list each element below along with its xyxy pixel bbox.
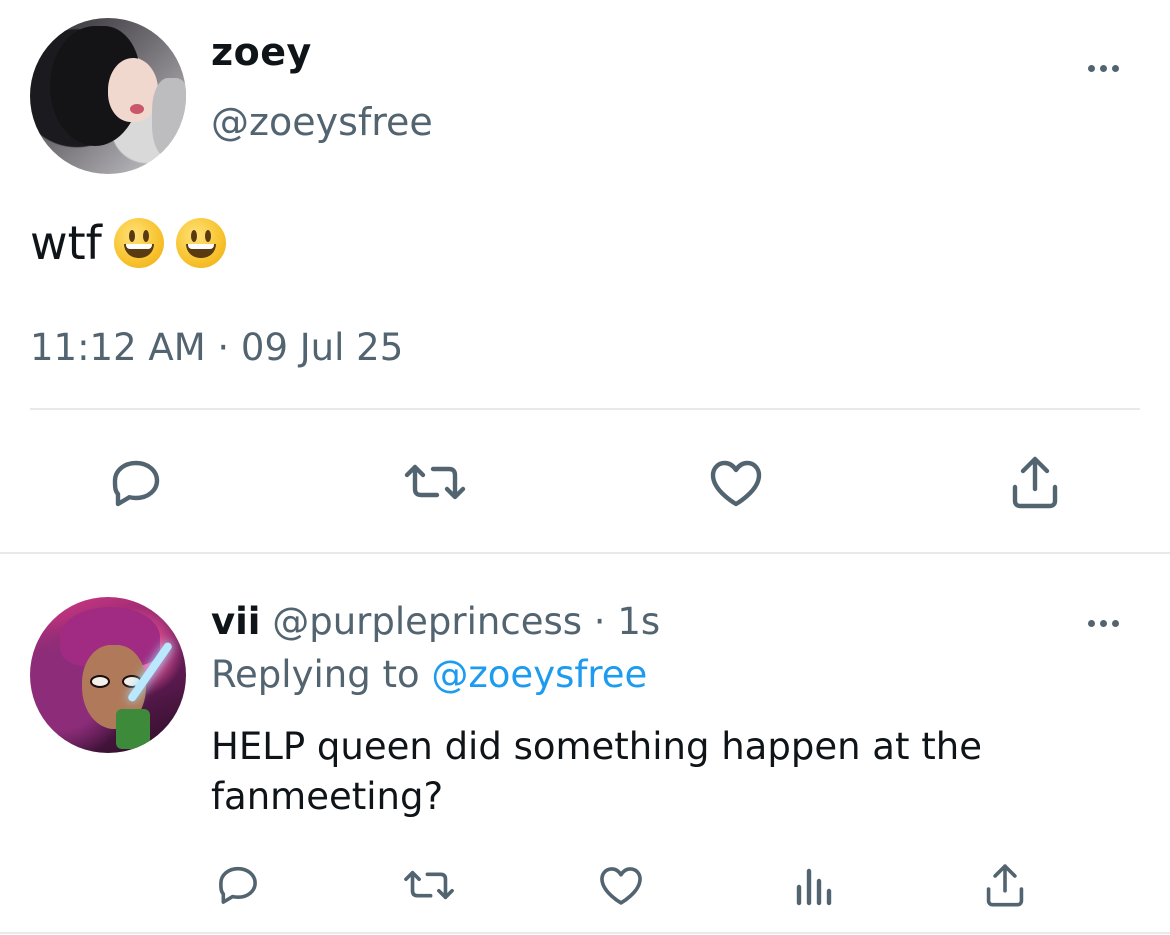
reply-icon[interactable] — [106, 455, 166, 511]
reply-display-name[interactable]: vii — [211, 600, 260, 643]
reply-handle[interactable]: @purpleprincess — [272, 600, 582, 643]
reply-avatar[interactable] — [30, 597, 186, 753]
retweet-icon[interactable] — [400, 864, 458, 906]
main-tweet-divider — [30, 408, 1140, 410]
share-icon[interactable] — [1005, 452, 1065, 512]
replying-to-line: Replying to @zoeysfree — [211, 653, 647, 696]
main-tweet-text: wtf — [30, 216, 226, 270]
reply-age[interactable]: 1s — [617, 600, 660, 643]
reply-icon[interactable] — [213, 862, 263, 908]
replying-mention-link[interactable]: @zoeysfree — [431, 653, 647, 696]
main-tweet-more-icon[interactable] — [1088, 65, 1119, 72]
main-tweet-display-name[interactable]: zoey — [211, 30, 312, 74]
reply-text: HELP queen did something happen at the f… — [211, 725, 982, 818]
grinning-face-icon — [113, 218, 164, 268]
bottom-divider — [0, 932, 1170, 934]
section-divider — [0, 552, 1170, 554]
share-icon[interactable] — [980, 860, 1030, 910]
main-tweet-timestamp[interactable]: 11:12 AM · 09 Jul 25 — [30, 326, 403, 369]
reply-more-icon[interactable] — [1088, 620, 1119, 627]
main-tweet-handle[interactable]: @zoeysfree — [211, 100, 433, 144]
reply-separator: · — [593, 600, 606, 643]
main-tweet-avatar[interactable] — [30, 18, 186, 174]
views-icon[interactable] — [790, 862, 836, 908]
reply-header: vii @purpleprincess · 1s — [211, 600, 660, 643]
like-icon[interactable] — [596, 862, 646, 908]
grinning-face-icon — [175, 218, 226, 268]
retweet-icon[interactable] — [400, 457, 470, 507]
main-tweet-text-content: wtf — [30, 216, 102, 270]
replying-prefix: Replying to — [211, 653, 420, 696]
like-icon[interactable] — [706, 455, 766, 511]
